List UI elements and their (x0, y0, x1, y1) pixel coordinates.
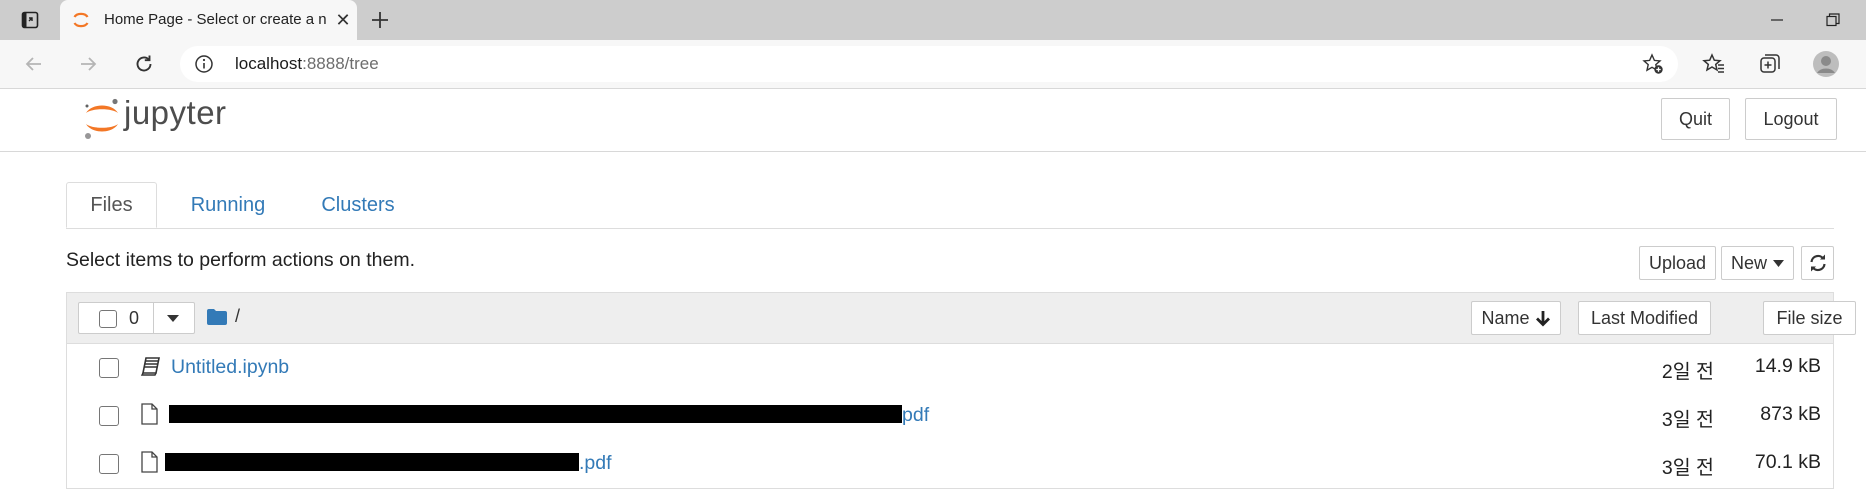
quit-button[interactable]: Quit (1661, 98, 1730, 140)
sort-last-modified-button[interactable]: Last Modified (1578, 301, 1711, 335)
back-arrow-icon[interactable] (18, 48, 50, 80)
browser-tabstrip: Home Page - Select or create a n ✕ (0, 0, 1866, 40)
folder-icon[interactable] (207, 309, 227, 325)
file-size: 873 kB (1760, 403, 1821, 425)
file-name-link[interactable]: .pdf (165, 452, 612, 475)
last-modified: 3일 전 (1661, 457, 1714, 479)
new-tab-icon[interactable] (366, 6, 394, 34)
refresh-button[interactable] (1801, 246, 1834, 280)
row-checkbox[interactable] (99, 358, 119, 378)
caret-down-icon (1773, 259, 1785, 267)
url-text: localhost:8888/tree (235, 54, 379, 73)
selection-instructions: Select items to perform actions on them. (66, 249, 415, 271)
refresh-icon (1809, 254, 1826, 272)
upload-button[interactable]: Upload (1639, 246, 1716, 280)
table-row[interactable]: pdf 3일 전 873 kB (67, 392, 1833, 441)
tab-clusters[interactable]: Clusters (298, 182, 418, 228)
selection-menu-caret-icon[interactable] (165, 311, 181, 325)
tab-running[interactable]: Running (168, 182, 288, 228)
jupyter-header: jupyter Quit Logout (0, 89, 1866, 152)
notebook-icon (140, 357, 160, 376)
tab-files[interactable]: Files (66, 182, 157, 228)
profile-avatar-icon[interactable] (1812, 50, 1840, 78)
redacted-filename (165, 453, 579, 472)
file-size: 14.9 kB (1754, 355, 1821, 377)
file-size: 70.1 kB (1754, 451, 1821, 473)
sort-name-button[interactable]: Name (1471, 301, 1561, 335)
file-name-link[interactable]: Untitled.ipynb (171, 356, 289, 379)
jupyter-logo-text[interactable]: jupyter (124, 94, 227, 132)
site-info-icon[interactable] (194, 54, 214, 74)
row-checkbox[interactable] (99, 454, 119, 474)
jupyter-favicon-icon (73, 12, 89, 28)
favorites-icon[interactable] (1700, 50, 1728, 78)
breadcrumb[interactable]: / (235, 306, 240, 327)
reload-icon[interactable] (128, 48, 160, 80)
redacted-filename (169, 405, 902, 424)
last-modified: 3일 전 (1661, 409, 1714, 431)
table-row[interactable]: .pdf 3일 전 70.1 kB (67, 440, 1833, 489)
logout-button[interactable]: Logout (1745, 98, 1837, 140)
restore-icon[interactable] (1818, 8, 1848, 32)
tab-actions-icon[interactable] (14, 8, 46, 32)
new-dropdown-button[interactable]: New (1721, 246, 1794, 280)
address-bar[interactable]: localhost:8888/tree (180, 46, 1678, 82)
arrow-down-icon (1535, 310, 1550, 326)
select-all-group: 0 (78, 302, 195, 334)
sort-file-size-button[interactable]: File size (1763, 301, 1856, 335)
forward-arrow-icon[interactable] (72, 48, 104, 80)
file-icon (141, 451, 158, 473)
file-icon (141, 403, 158, 425)
minimize-icon[interactable] (1762, 8, 1792, 32)
file-name-link[interactable]: pdf (169, 404, 929, 427)
browser-tab[interactable]: Home Page - Select or create a n ✕ (60, 0, 357, 40)
collections-icon[interactable] (1756, 50, 1784, 78)
file-list-header: 0 / Name Last Modified File size (67, 293, 1856, 344)
add-favorite-icon[interactable] (1642, 53, 1664, 75)
select-all-checkbox[interactable] (99, 310, 117, 328)
jupyter-logo-icon[interactable] (82, 97, 122, 141)
last-modified: 2일 전 (1661, 361, 1714, 383)
file-list: 0 / Name Last Modified File size Untitle… (66, 292, 1856, 489)
selected-count: 0 (129, 308, 140, 328)
divider (153, 303, 154, 333)
sort-name-label: Name (1481, 307, 1530, 328)
browser-toolbar: localhost:8888/tree (0, 40, 1866, 89)
dashboard-tabs: Files Running Clusters (66, 182, 1834, 229)
close-tab-icon[interactable]: ✕ (332, 9, 354, 31)
row-checkbox[interactable] (99, 406, 119, 426)
table-row[interactable]: Untitled.ipynb 2일 전 14.9 kB (67, 344, 1833, 393)
new-label: New (1731, 252, 1768, 273)
